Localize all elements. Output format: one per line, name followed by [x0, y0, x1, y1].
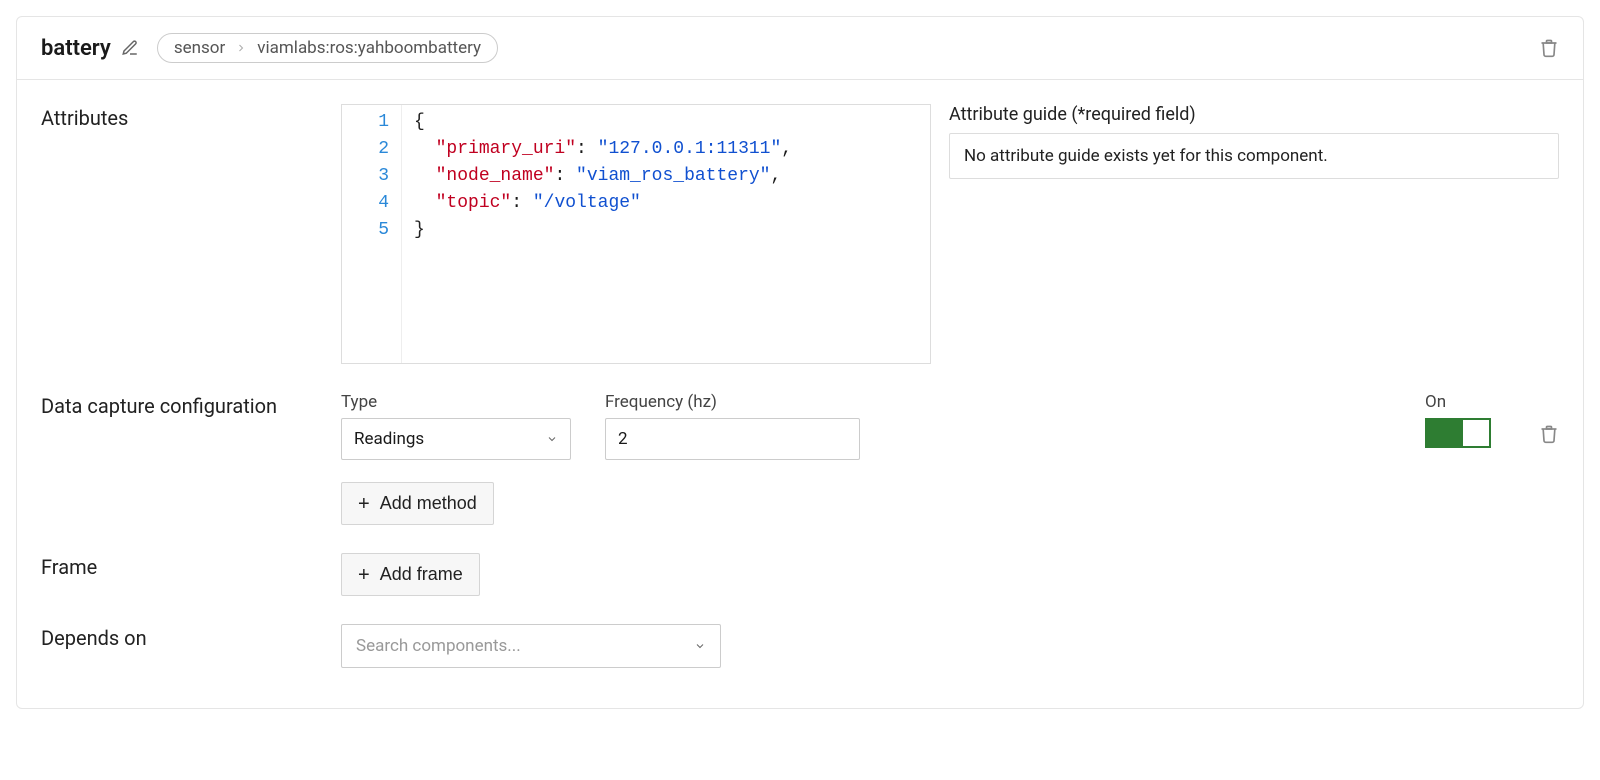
add-frame-label: Add frame — [380, 564, 463, 585]
plus-icon: + — [358, 494, 370, 514]
chevron-down-icon — [546, 433, 558, 445]
attribute-guide-box: No attribute guide exists yet for this c… — [949, 133, 1559, 179]
capture-toggle[interactable] — [1425, 418, 1491, 448]
type-label: Type — [341, 392, 571, 412]
frame-label: Frame — [41, 553, 341, 579]
type-select[interactable]: Readings — [341, 418, 571, 460]
code-gutter: 12345 — [342, 105, 402, 363]
code-body[interactable]: { "primary_uri": "127.0.0.1:11311", "nod… — [402, 105, 800, 363]
depends-on-placeholder: Search components... — [356, 636, 521, 656]
breadcrumb-type: sensor — [174, 38, 225, 58]
breadcrumb-model: viamlabs:ros:yahboombattery — [257, 38, 481, 58]
on-label: On — [1425, 392, 1491, 412]
attribute-guide-label: Attribute guide (*required field) — [949, 104, 1559, 125]
data-capture-section: Data capture configuration Type Readings — [41, 392, 1559, 525]
frequency-value: 2 — [618, 429, 628, 449]
data-capture-label: Data capture configuration — [41, 392, 341, 418]
card-header: battery sensor viamlabs:ros:yahboombatte… — [17, 17, 1583, 80]
depends-on-section: Depends on Search components... — [41, 624, 1559, 668]
frequency-label: Frequency (hz) — [605, 392, 860, 412]
depends-on-select[interactable]: Search components... — [341, 624, 721, 668]
add-method-button[interactable]: + Add method — [341, 482, 494, 525]
frame-section: Frame + Add frame — [41, 553, 1559, 596]
plus-icon: + — [358, 565, 370, 585]
add-method-label: Add method — [380, 493, 477, 514]
attributes-editor[interactable]: 12345 { "primary_uri": "127.0.0.1:11311"… — [341, 104, 931, 364]
attributes-label: Attributes — [41, 104, 341, 130]
component-card: battery sensor viamlabs:ros:yahboombatte… — [16, 16, 1584, 709]
add-frame-button[interactable]: + Add frame — [341, 553, 480, 596]
attributes-section: Attributes 12345 { "primary_uri": "127.0… — [41, 104, 1559, 364]
chevron-right-icon — [235, 42, 247, 54]
depends-on-label: Depends on — [41, 624, 341, 650]
model-breadcrumb: sensor viamlabs:ros:yahboombattery — [157, 33, 498, 63]
frequency-input[interactable]: 2 — [605, 418, 860, 460]
delete-component-icon[interactable] — [1539, 38, 1559, 58]
card-body: Attributes 12345 { "primary_uri": "127.0… — [17, 80, 1583, 708]
type-value: Readings — [354, 429, 424, 449]
delete-capture-icon[interactable] — [1539, 424, 1559, 444]
chevron-down-icon — [694, 640, 706, 652]
edit-icon[interactable] — [121, 39, 139, 57]
component-title: battery — [41, 36, 111, 61]
